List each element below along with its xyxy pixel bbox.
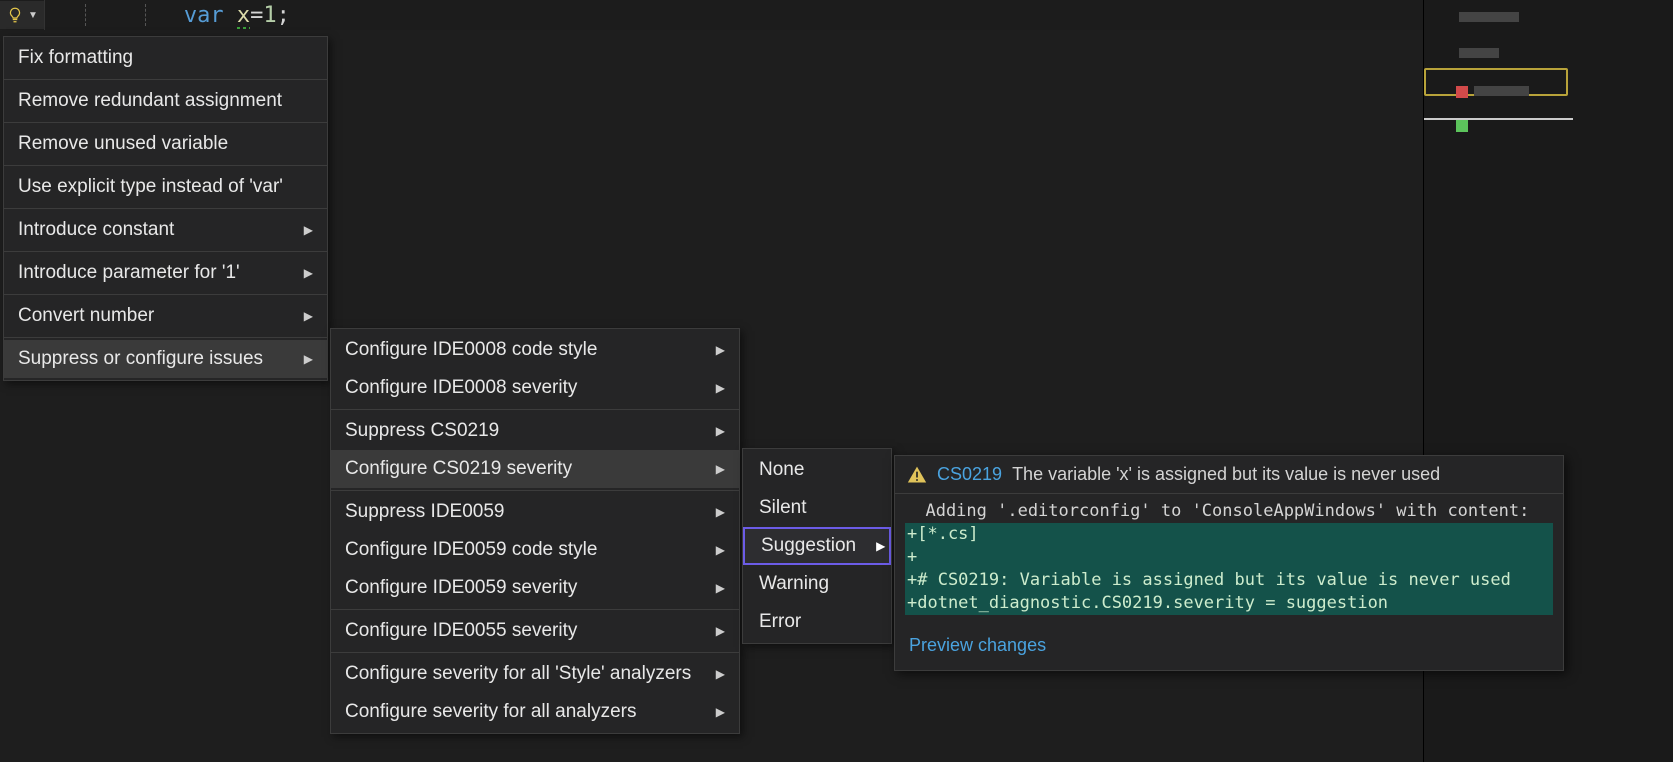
menu-item-label: Fix formatting <box>18 47 133 69</box>
code-literal: 1 <box>263 3 276 28</box>
chevron-right-icon: ▶ <box>304 223 313 237</box>
menu-item-label: Configure IDE0059 code style <box>345 539 597 561</box>
menu-item[interactable]: Configure severity for all 'Style' analy… <box>331 655 739 693</box>
preview-diff: Adding '.editorconfig' to 'ConsoleAppWin… <box>895 494 1563 625</box>
chevron-right-icon: ▶ <box>716 424 725 438</box>
chevron-right-icon: ▶ <box>716 343 725 357</box>
chevron-right-icon: ▶ <box>876 539 885 553</box>
preview-pane: CS0219 The variable 'x' is assigned but … <box>894 455 1564 671</box>
caret-down-icon: ▼ <box>28 10 38 21</box>
preview-changes-link[interactable]: Preview changes <box>895 625 1563 670</box>
menu-item[interactable]: Configure IDE0008 code style ▶ <box>331 331 739 369</box>
menu-item[interactable]: Use explicit type instead of 'var' <box>4 168 327 206</box>
menu-item-label: Configure IDE0008 code style <box>345 339 597 361</box>
diff-added-line: +dotnet_diagnostic.CS0219.severity = sug… <box>905 592 1553 615</box>
diff-added-line: + <box>905 546 1553 569</box>
menu-item[interactable]: Configure IDE0008 severity ▶ <box>331 369 739 407</box>
preview-header: CS0219 The variable 'x' is assigned but … <box>895 456 1563 494</box>
menu-item[interactable]: Configure IDE0059 code style ▶ <box>331 531 739 569</box>
menu-item-label: Suggestion <box>761 535 856 557</box>
menu-item-label: Configure IDE0059 severity <box>345 577 577 599</box>
minimap-mark <box>1459 12 1519 22</box>
chevron-right-icon: ▶ <box>304 266 313 280</box>
severity-option[interactable]: Warning <box>743 565 891 603</box>
menu-item[interactable]: Suppress or configure issues ▶ <box>4 340 327 378</box>
diag-code: CS0219 <box>937 464 1002 485</box>
diff-added-line: +# CS0219: Variable is assigned but its … <box>905 569 1553 592</box>
severity-option[interactable]: Suggestion ▶ <box>743 527 891 565</box>
chevron-right-icon: ▶ <box>716 667 725 681</box>
menu-item-label: None <box>759 459 804 481</box>
diag-message: The variable 'x' is assigned but its val… <box>1012 464 1440 485</box>
severity-submenu: None Silent Suggestion ▶ Warning Error <box>742 448 892 644</box>
menu-item-label: Configure severity for all 'Style' analy… <box>345 663 691 685</box>
quick-actions-menu: Fix formatting Remove redundant assignmen… <box>3 36 328 381</box>
chevron-right-icon: ▶ <box>304 309 313 323</box>
code-identifier: x <box>237 3 250 28</box>
menu-item[interactable]: Configure IDE0055 severity ▶ <box>331 612 739 650</box>
menu-item-label: Introduce constant <box>18 219 174 241</box>
menu-item[interactable]: Configure IDE0059 severity ▶ <box>331 569 739 607</box>
chevron-right-icon: ▶ <box>716 462 725 476</box>
chevron-right-icon: ▶ <box>716 543 725 557</box>
menu-item[interactable]: Remove unused variable <box>4 125 327 163</box>
code-terminator: ; <box>277 3 290 28</box>
menu-item-label: Suppress or configure issues <box>18 348 263 370</box>
code-op: = <box>250 3 263 28</box>
menu-item-label: Configure IDE0055 severity <box>345 620 577 642</box>
diff-context: Adding '.editorconfig' to 'ConsoleAppWin… <box>905 501 1529 521</box>
menu-item-label: Suppress CS0219 <box>345 420 499 442</box>
minimap-divider <box>1424 118 1573 120</box>
diff-added-line: +[*.cs] <box>905 523 1553 546</box>
menu-item-label: Introduce parameter for '1' <box>18 262 240 284</box>
menu-item[interactable]: Remove redundant assignment <box>4 82 327 120</box>
minimap-error-dot <box>1456 86 1468 98</box>
gutter <box>44 0 184 30</box>
minimap-ok-dot <box>1456 120 1468 132</box>
minimap-mark <box>1474 86 1529 96</box>
menu-item-label: Remove unused variable <box>18 133 228 155</box>
chevron-right-icon: ▶ <box>716 624 725 638</box>
menu-item[interactable]: Suppress CS0219 ▶ <box>331 412 739 450</box>
menu-item[interactable]: Configure severity for all analyzers ▶ <box>331 693 739 731</box>
menu-item-label: Suppress IDE0059 <box>345 501 505 523</box>
chevron-right-icon: ▶ <box>716 505 725 519</box>
chevron-right-icon: ▶ <box>716 581 725 595</box>
code-text[interactable]: var x = 1 ; <box>184 3 290 28</box>
menu-item-label: Warning <box>759 573 829 595</box>
menu-item[interactable]: Convert number ▶ <box>4 297 327 335</box>
minimap-mark <box>1459 48 1499 58</box>
menu-item[interactable]: Configure CS0219 severity ▶ <box>331 450 739 488</box>
menu-item-label: Error <box>759 611 801 633</box>
menu-item-label: Silent <box>759 497 807 519</box>
menu-item-label: Configure IDE0008 severity <box>345 377 577 399</box>
menu-item[interactable]: Introduce parameter for '1' ▶ <box>4 254 327 292</box>
menu-item[interactable]: Suppress IDE0059 ▶ <box>331 493 739 531</box>
menu-item-label: Remove redundant assignment <box>18 90 282 112</box>
lightbulb-icon <box>6 6 24 24</box>
warning-icon <box>907 465 927 485</box>
lightbulb-button[interactable]: ▼ <box>0 1 44 29</box>
menu-item[interactable]: Fix formatting <box>4 39 327 77</box>
severity-option[interactable]: Silent <box>743 489 891 527</box>
severity-option[interactable]: None <box>743 451 891 489</box>
code-keyword: var <box>184 3 224 28</box>
suppress-configure-submenu: Configure IDE0008 code style▶Configure I… <box>330 328 740 734</box>
chevron-right-icon: ▶ <box>716 381 725 395</box>
chevron-right-icon: ▶ <box>716 705 725 719</box>
menu-item[interactable]: Introduce constant ▶ <box>4 211 327 249</box>
menu-item-label: Configure severity for all analyzers <box>345 701 636 723</box>
chevron-right-icon: ▶ <box>304 352 313 366</box>
menu-item-label: Use explicit type instead of 'var' <box>18 176 283 198</box>
severity-option[interactable]: Error <box>743 603 891 641</box>
menu-item-label: Configure CS0219 severity <box>345 458 572 480</box>
menu-item-label: Convert number <box>18 305 154 327</box>
